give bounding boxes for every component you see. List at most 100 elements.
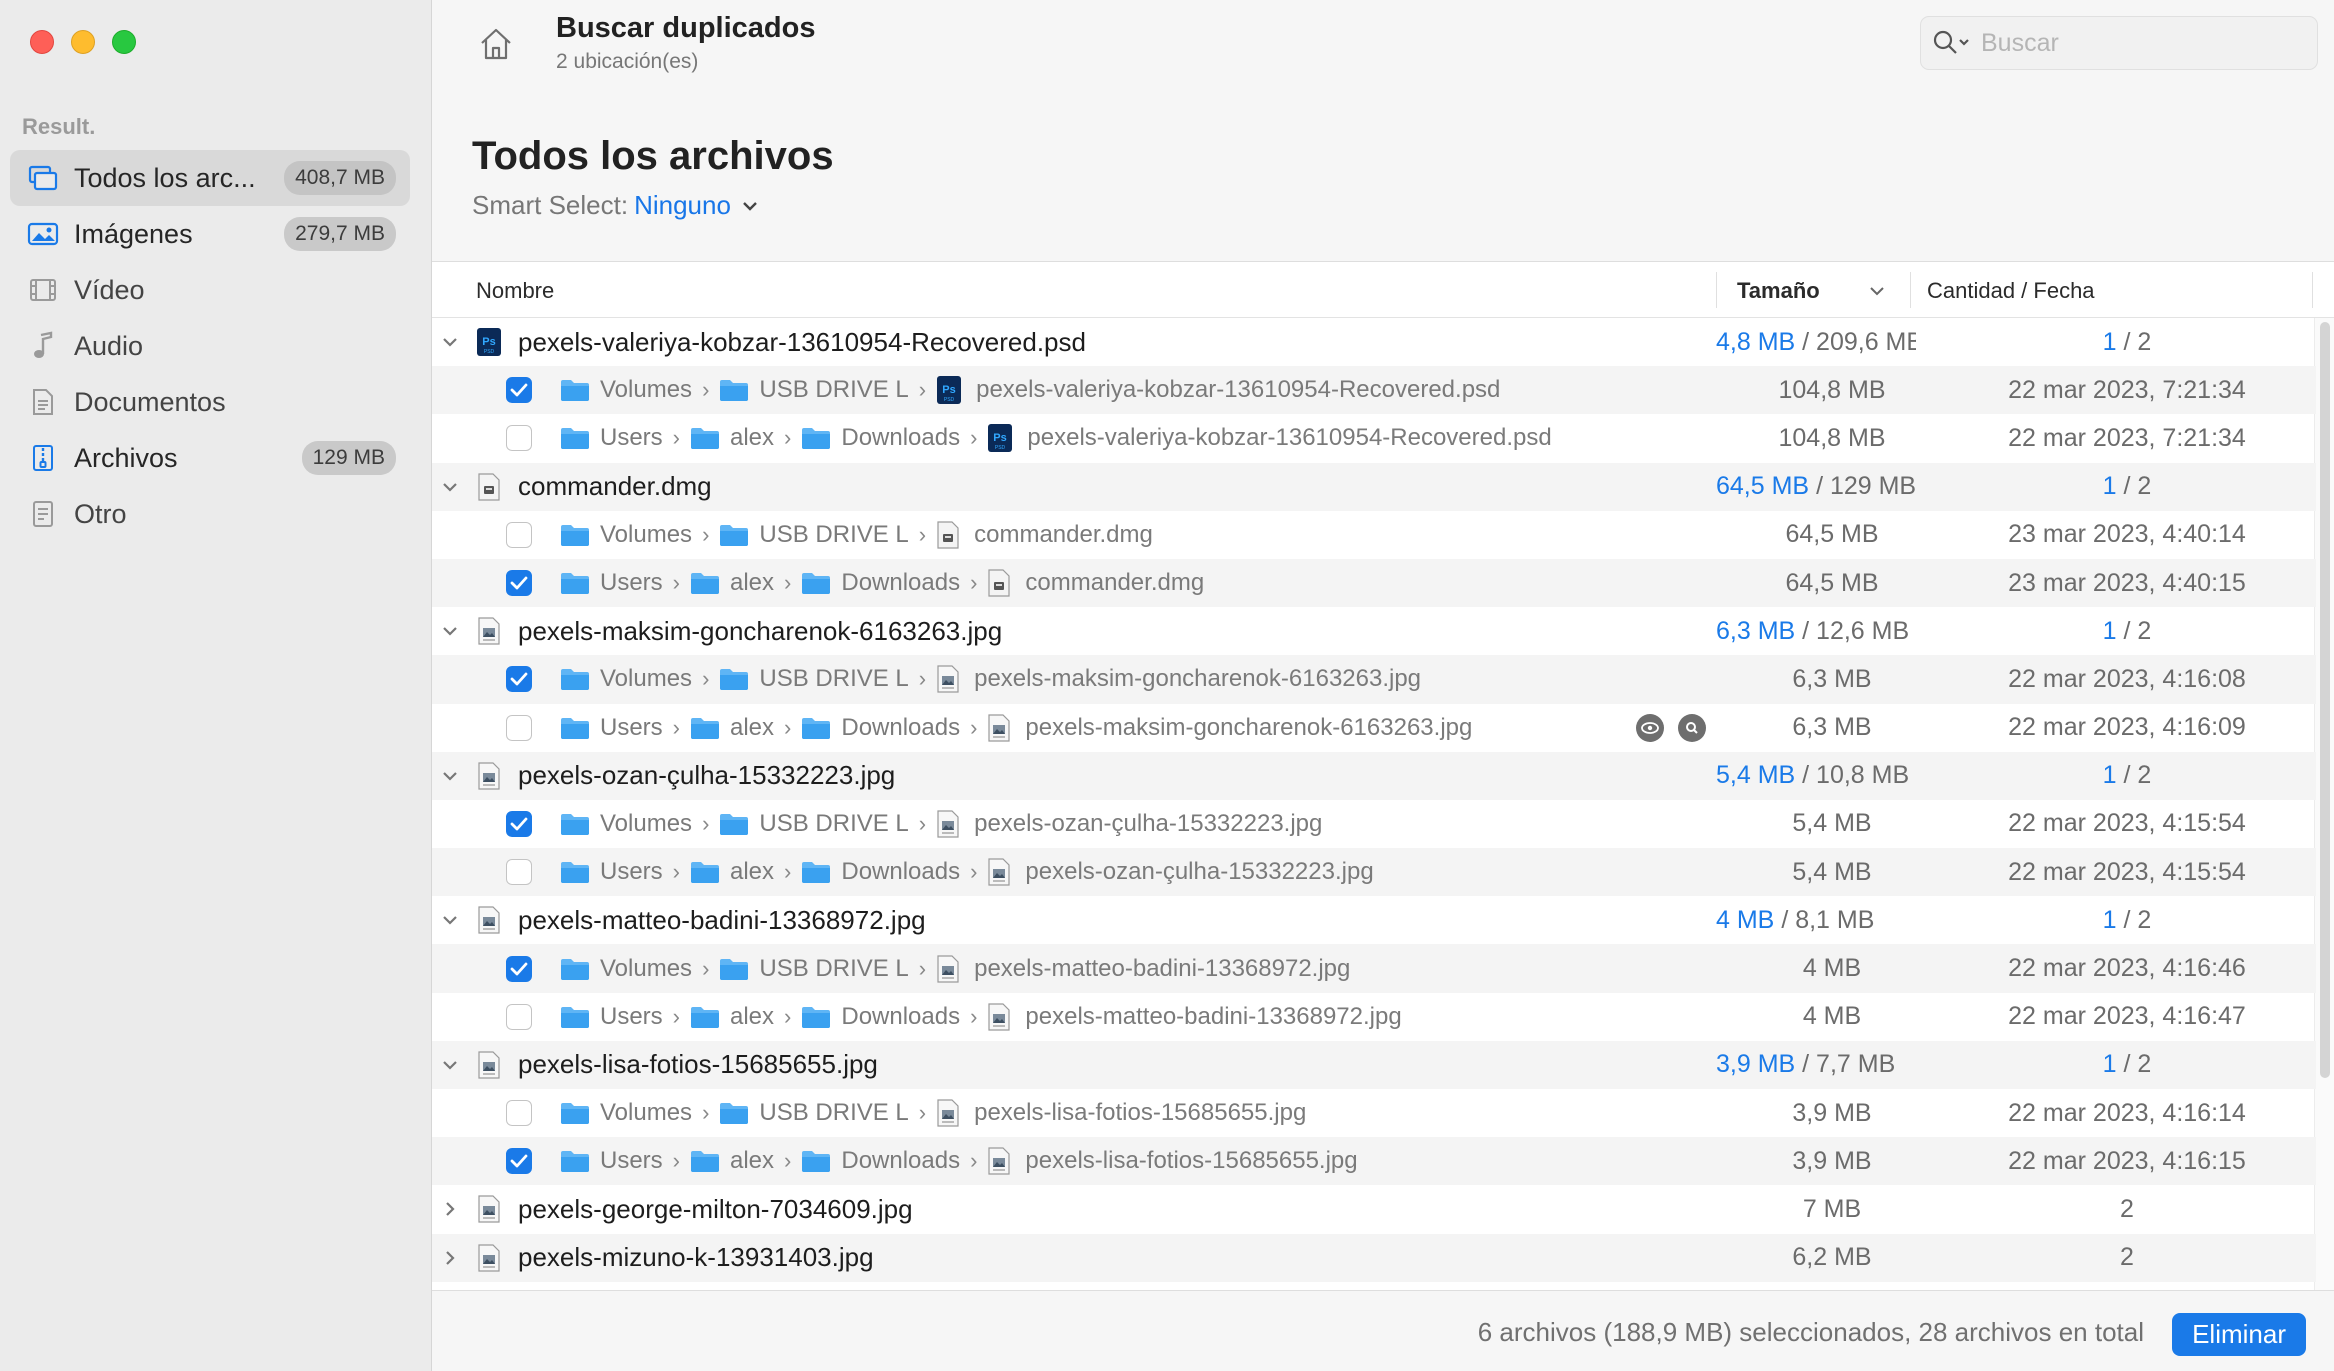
group-row[interactable]: pexels-lisa-fotios-15685655.jpg 3,9 MB / … [432, 1040, 2316, 1089]
file-checkbox[interactable] [506, 1148, 532, 1175]
path-segment[interactable]: Volumes [560, 521, 692, 549]
path-segment[interactable]: Downloads [801, 424, 960, 452]
file-checkbox[interactable] [506, 810, 532, 837]
path-file[interactable]: commander.dmg [936, 520, 1153, 550]
path-segment[interactable]: Volumes [560, 955, 692, 983]
chevron-down-icon[interactable] [438, 1053, 462, 1077]
file-row[interactable]: Users › alex › Downloads › pexels-maksim-gonch… [432, 704, 2316, 752]
path-file[interactable]: pexels-lisa-fotios-15685655.jpg [936, 1098, 1306, 1128]
path-segment[interactable]: alex [690, 1147, 774, 1175]
file-checkbox[interactable] [506, 955, 532, 982]
path-segment[interactable]: Users [560, 569, 663, 597]
group-row[interactable]: pexels-maksim-goncharenok-6163263.jpg 6,3… [432, 607, 2316, 655]
path-segment[interactable]: alex [690, 714, 774, 742]
group-row[interactable]: pexels-mizuno-k-13931403.jpg 6,2 MB 2 [432, 1233, 2316, 1282]
zoom-window-button[interactable] [112, 30, 136, 54]
path-file[interactable]: commander.dmg [987, 568, 1204, 598]
sidebar-item-6[interactable]: Otro [10, 486, 410, 542]
chevron-down-icon[interactable] [438, 619, 462, 643]
path-file[interactable]: pexels-matteo-badini-13368972.jpg [987, 1002, 1402, 1032]
file-row[interactable]: Users › alex › Downloads › pexels-matteo-badin… [432, 993, 2316, 1041]
sidebar-item-1[interactable]: Imágenes 279,7 MB [10, 206, 410, 262]
path-segment[interactable]: Volumes [560, 1099, 692, 1127]
sidebar-item-5[interactable]: Archivos 129 MB [10, 430, 410, 486]
file-row[interactable]: Volumes › USB DRIVE L › pexels-lisa-fotios-1… [432, 1089, 2316, 1137]
path-file[interactable]: Ps PSD pexels-valeriya-kobzar-13610954-Rec… [987, 423, 1552, 453]
group-row[interactable]: pexels-ozan-çulha-15332223.jpg 5,4 MB / 1… [432, 751, 2316, 800]
path-segment[interactable]: Users [560, 424, 663, 452]
path-segment[interactable]: alex [690, 858, 774, 886]
file-row[interactable]: Users › alex › Downloads › Ps PSD pexels-valeriy… [432, 414, 2316, 462]
path-file[interactable]: pexels-lisa-fotios-15685655.jpg [987, 1146, 1358, 1176]
path-file[interactable]: pexels-ozan-çulha-15332223.jpg [936, 809, 1322, 839]
home-button[interactable] [472, 20, 520, 68]
column-divider[interactable] [1716, 272, 1717, 308]
group-row[interactable]: Ps PSD pexels-valeriya-kobzar-13610954-Rec… [432, 318, 2316, 366]
reveal-magnifier-icon[interactable] [1678, 713, 1706, 742]
file-checkbox[interactable] [506, 377, 532, 404]
file-row[interactable]: Volumes › USB DRIVE L › Ps PSD pexels-valeriya… [432, 366, 2316, 415]
search-field[interactable] [1920, 16, 2318, 70]
path-segment[interactable]: Volumes [560, 665, 692, 693]
file-row[interactable]: Users › alex › Downloads › pexels-ozan-çulha-1… [432, 848, 2316, 897]
path-segment[interactable]: Users [560, 858, 663, 886]
group-row[interactable]: commander.dmg 64,5 MB / 129 MB 1 / 2 [432, 462, 2316, 511]
path-file[interactable]: Ps PSD pexels-valeriya-kobzar-13610954-Rec… [936, 375, 1500, 405]
path-segment[interactable]: alex [690, 1003, 774, 1031]
sort-chevron-icon[interactable] [1868, 284, 1886, 298]
path-segment[interactable]: Users [560, 1147, 663, 1175]
chevron-right-icon[interactable] [438, 1197, 462, 1221]
file-checkbox[interactable] [506, 666, 532, 693]
path-file[interactable]: pexels-matteo-badini-13368972.jpg [936, 954, 1350, 984]
group-row[interactable]: pexels-george-milton-7034609.jpg 7 MB 2 [432, 1185, 2316, 1233]
path-segment[interactable]: Downloads [801, 714, 960, 742]
path-segment[interactable]: Users [560, 714, 663, 742]
path-segment[interactable]: alex [690, 569, 774, 597]
file-checkbox[interactable] [506, 570, 532, 597]
file-checkbox[interactable] [506, 1003, 532, 1030]
chevron-down-icon[interactable] [438, 475, 462, 499]
file-row[interactable]: Volumes › USB DRIVE L › pexels-maksim-goncha… [432, 655, 2316, 704]
column-header-size[interactable]: Tamaño [1737, 278, 1820, 304]
path-segment[interactable]: USB DRIVE L [719, 521, 909, 549]
chevron-right-icon[interactable] [438, 1246, 462, 1270]
file-checkbox[interactable] [506, 859, 532, 886]
path-segment[interactable]: alex [690, 424, 774, 452]
chevron-down-icon[interactable] [438, 330, 462, 354]
chevron-down-icon[interactable] [438, 764, 462, 788]
file-checkbox[interactable] [506, 1100, 532, 1127]
path-file[interactable]: pexels-maksim-goncharenok-6163263.jpg [987, 713, 1472, 743]
sidebar-item-3[interactable]: Audio [10, 318, 410, 374]
path-segment[interactable]: Users [560, 1003, 663, 1031]
close-window-button[interactable] [30, 30, 54, 54]
sidebar-item-0[interactable]: Todos los arc... 408,7 MB [10, 150, 410, 206]
minimize-window-button[interactable] [71, 30, 95, 54]
path-segment[interactable]: USB DRIVE L [719, 955, 909, 983]
path-file[interactable]: pexels-maksim-goncharenok-6163263.jpg [936, 664, 1421, 694]
group-row[interactable]: pexels-matteo-badini-13368972.jpg 4 MB / … [432, 896, 2316, 944]
path-segment[interactable]: Downloads [801, 1003, 960, 1031]
path-segment[interactable]: Downloads [801, 569, 960, 597]
path-segment[interactable]: Volumes [560, 376, 692, 404]
path-segment[interactable]: Downloads [801, 858, 960, 886]
search-input[interactable] [1981, 28, 2281, 58]
file-row[interactable]: Volumes › USB DRIVE L › pexels-matteo-badini… [432, 944, 2316, 993]
path-segment[interactable]: USB DRIVE L [719, 1099, 909, 1127]
column-divider[interactable] [1910, 272, 1911, 308]
column-header-name[interactable]: Nombre [476, 278, 554, 304]
path-segment[interactable]: Downloads [801, 1147, 960, 1175]
preview-eye-icon[interactable] [1636, 713, 1664, 742]
column-divider[interactable] [2312, 272, 2313, 308]
sidebar-item-2[interactable]: Vídeo [10, 262, 410, 318]
chevron-down-icon[interactable] [741, 199, 759, 213]
smart-select-dropdown[interactable]: Ninguno [634, 190, 731, 221]
file-row[interactable]: Volumes › USB DRIVE L › pexels-ozan-çulha-15… [432, 800, 2316, 848]
path-segment[interactable]: Volumes [560, 810, 692, 838]
scrollbar-thumb[interactable] [2320, 322, 2330, 1078]
path-segment[interactable]: USB DRIVE L [719, 665, 909, 693]
file-checkbox[interactable] [506, 714, 532, 741]
file-checkbox[interactable] [506, 425, 532, 452]
path-file[interactable]: pexels-ozan-çulha-15332223.jpg [987, 857, 1374, 887]
delete-button[interactable]: Eliminar [2172, 1313, 2306, 1356]
path-segment[interactable]: USB DRIVE L [719, 810, 909, 838]
